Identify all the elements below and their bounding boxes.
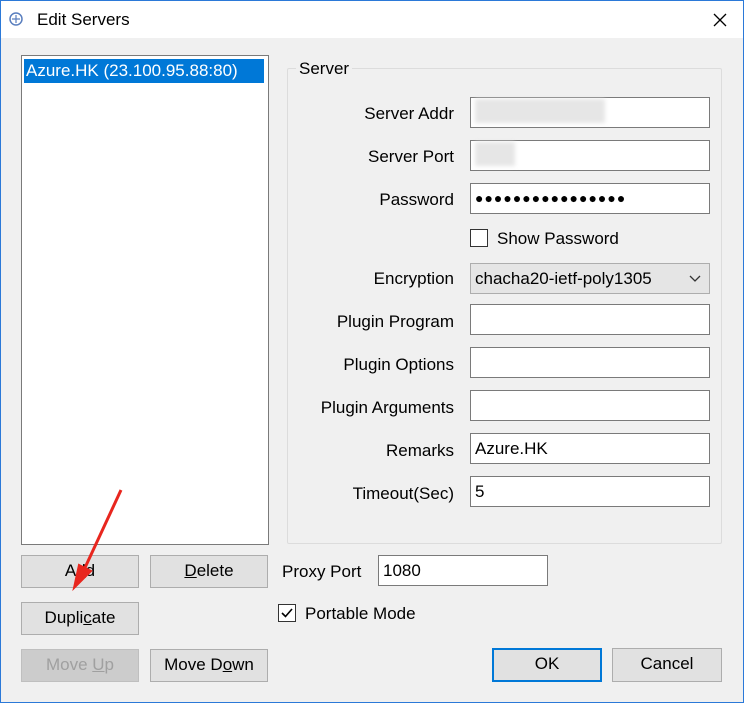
server-list[interactable]: Azure.HK (23.100.95.88:80): [21, 55, 269, 545]
duplicate-button[interactable]: Duplicate: [21, 602, 139, 635]
password-field[interactable]: ●●●●●●●●●●●●●●●●: [470, 183, 710, 214]
encryption-dropdown[interactable]: chacha20-ietf-poly1305: [470, 263, 710, 294]
move-down-button[interactable]: Move Down: [150, 649, 268, 682]
encryption-value: chacha20-ietf-poly1305: [475, 269, 652, 288]
plugin-arguments-label: Plugin Arguments: [320, 398, 454, 417]
show-password-label[interactable]: Show Password: [497, 229, 619, 249]
timeout-field[interactable]: 5: [470, 476, 710, 507]
proxy-port-field[interactable]: 1080: [378, 555, 548, 586]
window-title: Edit Servers: [37, 10, 130, 29]
delete-button[interactable]: Delete: [150, 555, 268, 588]
show-password-checkbox[interactable]: [470, 229, 488, 247]
encryption-label: Encryption: [373, 269, 454, 288]
close-button[interactable]: [697, 1, 743, 38]
server-addr-label: Server Addr: [364, 104, 454, 123]
plugin-program-field[interactable]: [470, 304, 710, 335]
portable-mode-label[interactable]: Portable Mode: [305, 604, 416, 624]
chevron-down-icon: [689, 264, 701, 302]
close-icon: [713, 13, 727, 26]
timeout-label: Timeout(Sec): [352, 484, 454, 503]
ok-button[interactable]: OK: [492, 648, 602, 682]
redacted-server-addr: [475, 99, 605, 123]
title-bar: Edit Servers: [1, 1, 743, 38]
password-label: Password: [379, 190, 454, 209]
move-up-button[interactable]: Move Up: [21, 649, 139, 682]
add-button[interactable]: Add: [21, 555, 139, 588]
remarks-label: Remarks: [385, 441, 454, 460]
portable-mode-checkbox[interactable]: [278, 604, 296, 622]
server-group-title: Server: [296, 59, 353, 79]
plugin-options-field[interactable]: [470, 347, 710, 378]
app-icon: [9, 12, 23, 26]
server-port-label: Server Port: [368, 147, 454, 166]
plugin-arguments-field[interactable]: [470, 390, 710, 421]
remarks-field[interactable]: Azure.HK: [470, 433, 710, 464]
server-list-item[interactable]: Azure.HK (23.100.95.88:80): [24, 59, 264, 83]
plugin-options-label: Plugin Options: [343, 355, 454, 374]
plugin-program-label: Plugin Program: [336, 312, 454, 331]
check-icon: [281, 608, 293, 618]
redacted-server-port: [475, 142, 515, 166]
cancel-button[interactable]: Cancel: [612, 648, 722, 682]
proxy-port-label: Proxy Port: [282, 562, 362, 581]
